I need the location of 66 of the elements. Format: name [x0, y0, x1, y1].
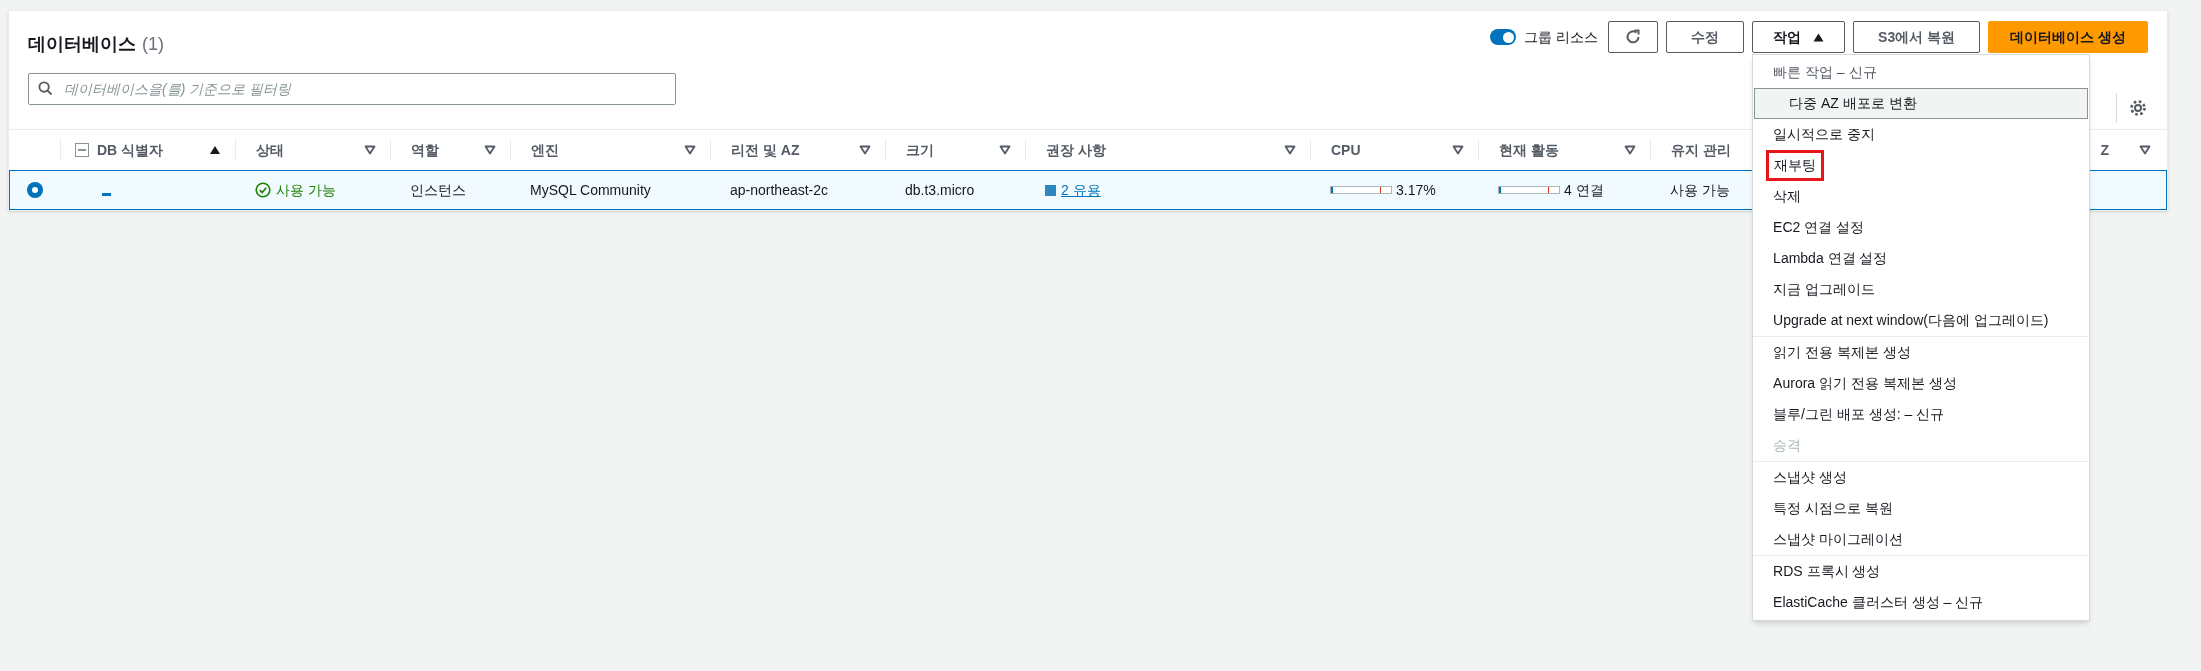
column-header: 크기: [906, 140, 935, 160]
sort-icon[interactable]: [1284, 145, 1296, 155]
menu-item[interactable]: RDS 프록시 생성: [1753, 556, 2090, 587]
column-header: 유지 관리: [1671, 140, 1732, 160]
panel-title: 데이터베이스: [28, 33, 136, 56]
menu-item[interactable]: EC2 연결 설정: [1753, 212, 2090, 243]
menu-item[interactable]: Aurora 읽기 전용 복제본 생성: [1753, 368, 2090, 399]
create-database-button[interactable]: 데이터베이스 생성: [1988, 21, 2148, 53]
table-cell-text: ap-northeast-2c: [730, 180, 829, 200]
sort-ascending-icon[interactable]: [209, 145, 221, 155]
sort-icon[interactable]: [1624, 145, 1636, 155]
column-header: 상태: [256, 140, 285, 160]
menu-group-heading: 빠른 작업 – 신규: [1772, 63, 1878, 82]
menu-item[interactable]: 스냅샷 생성: [1753, 462, 2090, 493]
sort-icon[interactable]: [364, 145, 376, 155]
menu-item[interactable]: ElastiCache 클러스터 생성 – 신규: [1753, 587, 2090, 618]
sort-icon[interactable]: [684, 145, 696, 155]
sort-icon[interactable]: [1452, 145, 1464, 155]
info-square-icon: [1045, 184, 1056, 196]
meter-reading: 3.17%: [1396, 180, 1436, 200]
column-header: Z: [2100, 140, 2109, 160]
table-cell-text: db.t3.micro: [905, 180, 975, 200]
menu-item[interactable]: 읽기 전용 복제본 생성: [1753, 337, 2090, 368]
menu-item[interactable]: 삭제: [1753, 181, 2090, 212]
recommendations-link[interactable]: 2 유용: [1061, 179, 1101, 201]
menu-item[interactable]: 스냅샷 마이그레이션: [1753, 524, 2090, 555]
column-header: 권장 사항: [1046, 140, 1107, 160]
action-button[interactable]: 수정: [1666, 21, 1745, 53]
table-cell-text: 인스턴스: [410, 180, 466, 200]
toggle-label: 그룹 리소스: [1524, 27, 1599, 47]
refresh-icon: [1624, 28, 1643, 46]
filter-field[interactable]: 데이터베이스을(를) 기준으로 필터링: [28, 73, 676, 105]
group-resources-toggle[interactable]: [1490, 29, 1517, 45]
table-cell-text: MySQL Community: [530, 180, 651, 200]
highlight-frame: 재부팅: [1766, 150, 1825, 181]
status-text: 사용 가능: [276, 180, 336, 200]
sort-icon[interactable]: [999, 145, 1011, 155]
item-count: (1): [142, 33, 164, 56]
menu-item[interactable]: 일시적으로 중지: [1753, 119, 2090, 150]
redacted-identifier-link[interactable]: [102, 192, 111, 196]
check-circle-icon: [255, 182, 271, 198]
column-header: 역할: [411, 140, 440, 160]
sort-icon[interactable]: [2139, 145, 2151, 155]
radio-button[interactable]: [27, 182, 43, 198]
search-icon: [38, 81, 53, 96]
settings-icon[interactable]: [2129, 99, 2147, 117]
menu-item[interactable]: 다중 AZ 배포로 변환: [1754, 88, 2089, 119]
meter-reading: 4 연결: [1564, 180, 1604, 200]
menu-item[interactable]: 지금 업그레이드: [1753, 274, 2090, 305]
column-header: 현재 활동: [1499, 140, 1560, 160]
column-header: CPU: [1331, 140, 1362, 160]
select-all-checkbox[interactable]: [75, 143, 89, 157]
action-button[interactable]: S3에서 복원: [1853, 21, 1981, 53]
sort-icon[interactable]: [484, 145, 496, 155]
menu-item[interactable]: 블루/그린 배포 생성: – 신규: [1753, 399, 2090, 430]
table-cell-text: 사용 가능: [1670, 180, 1730, 200]
menu-item[interactable]: Upgrade at next window(다음에 업그레이드): [1753, 305, 2090, 336]
actions-dropdown-button[interactable]: 작업: [1752, 21, 1846, 53]
caret-icon: [1813, 32, 1825, 42]
menu-item[interactable]: 특정 시점으로 복원: [1753, 493, 2090, 524]
refresh-button[interactable]: [1608, 21, 1659, 53]
column-header: 리전 및 AZ: [731, 140, 801, 160]
menu-item[interactable]: Lambda 연결 설정: [1753, 243, 2090, 274]
column-header: DB 식별자: [97, 140, 165, 160]
sort-icon[interactable]: [859, 145, 871, 155]
column-header: 엔진: [531, 140, 560, 160]
